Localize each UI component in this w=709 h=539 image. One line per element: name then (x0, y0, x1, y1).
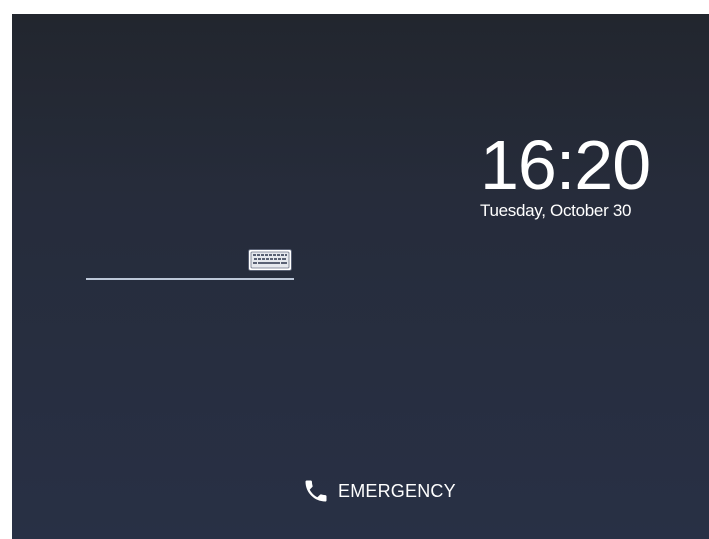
emergency-button[interactable]: EMERGENCY (302, 476, 456, 506)
phone-icon (302, 477, 330, 505)
password-input[interactable] (86, 252, 248, 276)
clock-date: Tuesday, October 30 (480, 201, 632, 220)
keyboard-button[interactable] (246, 248, 294, 276)
password-underline (86, 278, 294, 280)
clock-time: 16:20 (480, 126, 651, 204)
clock-widget: 16:20 Tuesday, October 30 (480, 130, 680, 222)
password-area (86, 248, 294, 282)
keyboard-icon (248, 248, 292, 276)
lock-screen: 16:20 Tuesday, October 30 EMERGENCY (12, 14, 709, 539)
emergency-label: EMERGENCY (338, 480, 456, 501)
